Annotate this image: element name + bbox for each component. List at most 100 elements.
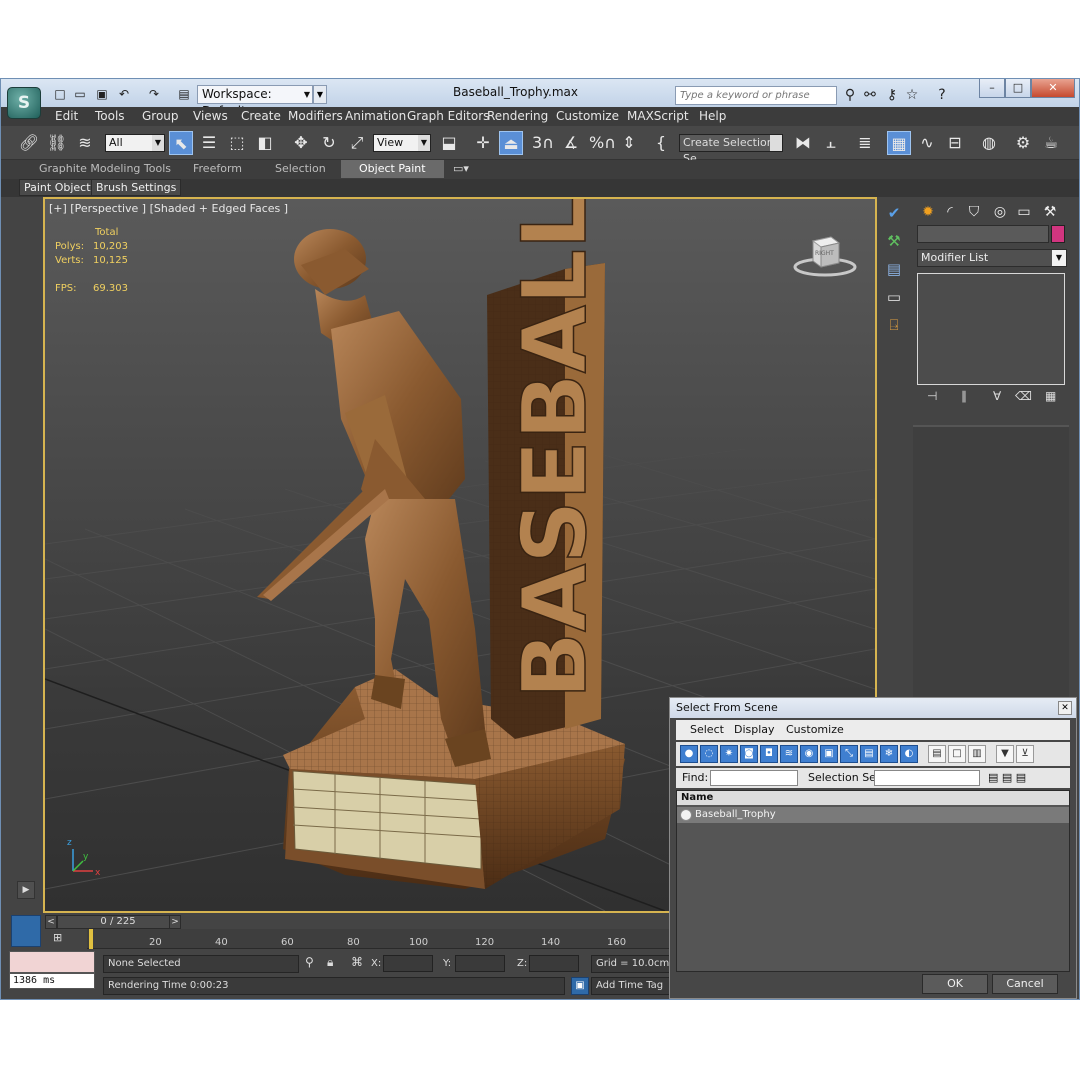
- track-bar[interactable]: 20 40 60 80 100 120 140 160: [87, 929, 671, 949]
- menu-views[interactable]: Views: [193, 109, 228, 123]
- select-object-icon[interactable]: ⬉: [169, 131, 193, 155]
- remove-modifier-icon[interactable]: ⌫: [1015, 389, 1032, 403]
- x-coordinate-field[interactable]: [383, 955, 433, 972]
- display-bones-icon[interactable]: ⤡: [840, 745, 858, 763]
- minimize-button[interactable]: –: [979, 79, 1005, 98]
- rectangular-selection-icon[interactable]: ⬚: [225, 131, 249, 155]
- menu-customize[interactable]: Customize: [556, 109, 619, 123]
- open-file-icon[interactable]: ▭: [71, 86, 89, 102]
- dialog-close-icon[interactable]: ✕: [1058, 701, 1072, 715]
- viewport-label[interactable]: [+] [Perspective ] [Shaded + Edged Faces…: [49, 202, 288, 215]
- drill-icon[interactable]: ⚒: [881, 229, 907, 253]
- store-icon[interactable]: ▤: [881, 257, 907, 281]
- selection-set-tools-icon[interactable]: ▤ ▤ ▤: [988, 771, 1026, 784]
- render-production-icon[interactable]: ☕︎: [1039, 131, 1063, 155]
- y-coordinate-field[interactable]: [455, 955, 505, 972]
- keyboard-shortcut-override-icon[interactable]: ⏏: [499, 131, 523, 155]
- listener-input[interactable]: [9, 951, 95, 973]
- track-bar-menu-icon[interactable]: ⊞: [53, 931, 75, 947]
- menu-animation[interactable]: Animation: [345, 109, 406, 123]
- dialog-menu-display[interactable]: Display: [734, 723, 775, 736]
- z-coordinate-field[interactable]: [529, 955, 579, 972]
- maxscript-mini-listener-icon[interactable]: [11, 915, 41, 947]
- filter-options-icon[interactable]: ⊻: [1016, 745, 1034, 763]
- angle-snap-icon[interactable]: ∡: [559, 131, 583, 155]
- layer-manager-icon[interactable]: ≣: [853, 131, 877, 155]
- display-helpers-icon[interactable]: ◘: [760, 745, 778, 763]
- display-xrefs-icon[interactable]: ▣: [820, 745, 838, 763]
- help-icon[interactable]: ?: [933, 86, 951, 104]
- reference-coordinate-dropdown[interactable]: View ▼: [373, 134, 431, 152]
- new-file-icon[interactable]: □: [51, 86, 69, 102]
- viewcube-icon[interactable]: RIGHT: [793, 233, 857, 279]
- make-unique-icon[interactable]: ∀: [993, 389, 1001, 403]
- project-folder-icon[interactable]: ▤: [175, 86, 193, 102]
- menu-maxscript[interactable]: MAXScript: [627, 109, 689, 123]
- save-file-icon[interactable]: ▣: [93, 86, 111, 102]
- tab-object-paint[interactable]: Object Paint: [341, 160, 444, 178]
- display-hidden-icon[interactable]: ◐: [900, 745, 918, 763]
- pin-stack-icon[interactable]: ⊣: [927, 389, 937, 403]
- time-slider-thumb[interactable]: 0 / 225: [57, 915, 179, 929]
- add-time-tag-button[interactable]: Add Time Tag: [591, 977, 671, 995]
- object-name-field[interactable]: [917, 225, 1049, 243]
- menu-create[interactable]: Create: [241, 109, 281, 123]
- curve-editor-icon[interactable]: ∿: [915, 131, 939, 155]
- ok-button[interactable]: OK: [922, 974, 988, 994]
- menu-rendering[interactable]: Rendering: [487, 109, 548, 123]
- display-none-icon[interactable]: □: [948, 745, 966, 763]
- tab-selection[interactable]: Selection: [275, 162, 326, 175]
- cancel-button[interactable]: Cancel: [992, 974, 1058, 994]
- time-slider-next-icon[interactable]: >: [169, 915, 181, 929]
- display-lights-icon[interactable]: ✷: [720, 745, 738, 763]
- material-editor-icon[interactable]: ◍: [977, 131, 1001, 155]
- selection-filter-dropdown[interactable]: All ▼: [105, 134, 165, 152]
- app-menu-logo-icon[interactable]: S: [7, 87, 41, 119]
- key-icon[interactable]: ⚷: [883, 86, 901, 104]
- percent-snap-icon[interactable]: %∩: [589, 131, 616, 155]
- communication-center-icon[interactable]: ⚯: [861, 86, 879, 104]
- align-icon[interactable]: ⫠: [819, 131, 843, 155]
- unlink-icon[interactable]: ⛓︎: [45, 131, 69, 155]
- menu-help[interactable]: Help: [699, 109, 726, 123]
- utilities-tab-icon[interactable]: ⚒: [1039, 201, 1061, 223]
- display-cameras-icon[interactable]: ◙: [740, 745, 758, 763]
- tab-freeform[interactable]: Freeform: [193, 162, 242, 175]
- show-end-result-icon[interactable]: ∥: [961, 389, 967, 403]
- name-column-header[interactable]: Name: [677, 791, 1069, 805]
- menu-edit[interactable]: Edit: [55, 109, 78, 123]
- check-icon[interactable]: ✔: [881, 201, 907, 225]
- absolute-mode-icon[interactable]: ⌘: [351, 955, 363, 969]
- render-setup-icon[interactable]: ⚙: [1011, 131, 1035, 155]
- time-slider-prev-icon[interactable]: <: [45, 915, 57, 929]
- menu-tools[interactable]: Tools: [95, 109, 125, 123]
- monitor-icon[interactable]: ▭: [881, 285, 907, 309]
- graphite-ribbon-icon[interactable]: ▦: [887, 131, 911, 155]
- ribbon-options-icon[interactable]: ▭▾: [453, 162, 469, 175]
- lock-selection-icon[interactable]: 🔒︎: [327, 955, 333, 970]
- pivot-center-icon[interactable]: ⬓: [437, 131, 461, 155]
- selection-set-dropdown[interactable]: [874, 770, 980, 786]
- bind-space-warp-icon[interactable]: ≋: [73, 131, 97, 155]
- display-shapes-icon[interactable]: ◌: [700, 745, 718, 763]
- modifier-list-dropdown[interactable]: Modifier List ▼: [917, 249, 1067, 267]
- listener-output[interactable]: 1386 ms: [9, 973, 95, 989]
- tab-graphite-modeling-tools[interactable]: Graphite Modeling Tools: [39, 162, 171, 175]
- find-input[interactable]: [710, 770, 798, 786]
- display-invert-icon[interactable]: ▥: [968, 745, 986, 763]
- maximize-button[interactable]: □: [1005, 79, 1031, 98]
- dialog-menu-select[interactable]: Select: [690, 723, 724, 736]
- move-icon[interactable]: ✥: [289, 131, 313, 155]
- redo-icon[interactable]: ↷: [145, 86, 163, 102]
- time-tag-icon[interactable]: ▣: [571, 977, 589, 995]
- paint-objects-panel[interactable]: Paint Objects: [19, 179, 102, 196]
- dialog-title[interactable]: Select From Scene: [670, 698, 1076, 718]
- mirror-icon[interactable]: ⧓: [791, 131, 815, 155]
- brush-settings-panel[interactable]: Brush Settings: [91, 179, 182, 196]
- link-icon[interactable]: 🔗︎: [17, 131, 41, 155]
- select-manipulate-icon[interactable]: ✛: [471, 131, 495, 155]
- schematic-view-icon[interactable]: ⊟: [943, 131, 967, 155]
- window-crossing-icon[interactable]: ◧: [253, 131, 277, 155]
- object-color-swatch[interactable]: [1051, 225, 1065, 243]
- menu-group[interactable]: Group: [142, 109, 179, 123]
